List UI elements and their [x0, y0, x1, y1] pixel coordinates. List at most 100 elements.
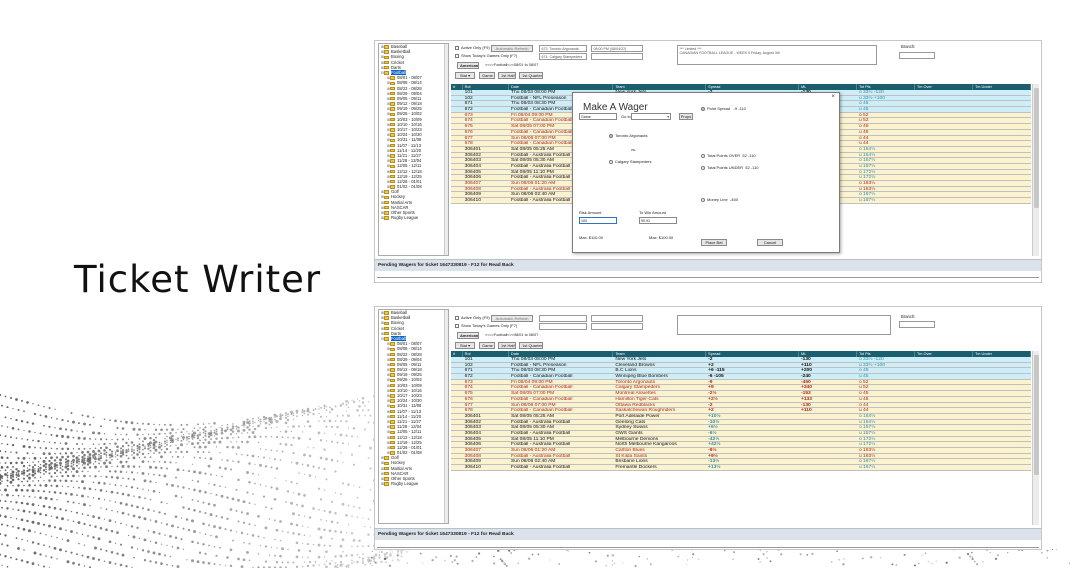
first-half-button[interactable]: 1st Half — [498, 342, 516, 349]
tot-cell[interactable]: u 172½ — [857, 175, 915, 180]
date-cell[interactable]: Football - Canadian Football — [509, 408, 613, 413]
tot-cell[interactable]: o 172½ — [857, 170, 915, 175]
total-over-radio[interactable]: Total Points OVER 52 -110 — [701, 153, 756, 158]
cancel-button[interactable]: Cancel — [757, 239, 783, 246]
date-cell[interactable]: Football - Australia Football — [509, 442, 613, 447]
ml-cell[interactable]: -153 — [799, 391, 857, 396]
ml-cell[interactable]: -450 — [799, 380, 857, 385]
date-cell[interactable]: Thu 08/03 08:00 PM — [509, 357, 613, 362]
rot-cell[interactable]: 306401 — [463, 147, 509, 152]
ml-cell[interactable] — [799, 420, 857, 425]
ml-cell[interactable] — [799, 465, 857, 470]
rot-cell[interactable]: 101 — [463, 90, 509, 95]
sport-tree[interactable]: ⊞ Baseball ⊞ Basketball ⊞ Boxing ⊞ Cricket ⊞ Dart… — [378, 43, 449, 256]
date-cell[interactable]: Fri 08/04 09:00 PM — [509, 380, 613, 385]
show-today-checkbox[interactable]: Show Today's Games Only (F7) — [455, 323, 517, 328]
ml-cell[interactable]: +340 — [799, 385, 857, 390]
tot-cell[interactable]: u 45 — [857, 374, 915, 379]
team-cell[interactable]: Ottawa Redblacks — [613, 403, 706, 408]
date-cell[interactable]: Sat 08/05 05:30 AM — [509, 425, 613, 430]
tot-cell[interactable]: o 45 — [857, 101, 915, 106]
team-cell[interactable]: Cleveland Browns — [613, 363, 706, 368]
sidebar-item[interactable]: ⊞ Rugby League — [379, 481, 448, 486]
goto-dropdown[interactable]: ▾ — [631, 113, 671, 120]
team-cell[interactable]: Sydney Swans — [613, 425, 706, 430]
ml-cell[interactable] — [799, 437, 857, 442]
tot-cell[interactable]: u 44 — [857, 141, 915, 146]
date-cell[interactable]: Football - NFL Preseason — [509, 363, 613, 368]
spread-cell[interactable]: -2½ — [706, 391, 799, 396]
tot-cell[interactable]: o 164½ — [857, 414, 915, 419]
date-cell[interactable]: Sat 08/05 05:25 AM — [509, 414, 613, 419]
spread-cell[interactable]: -13½ — [706, 459, 799, 464]
tot-cell[interactable]: o 163½ — [857, 181, 915, 186]
date-cell[interactable]: Football - Australia Football — [509, 454, 613, 459]
spread-cell[interactable]: +6 -115 — [706, 368, 799, 373]
spread-cell[interactable]: -9½ — [706, 448, 799, 453]
rot-cell[interactable]: 671 — [463, 368, 509, 373]
team-cell[interactable]: Fremantle Dockers — [613, 465, 706, 470]
team-cell[interactable]: Geelong Cats — [613, 420, 706, 425]
tot-cell[interactable]: u 45 — [857, 130, 915, 135]
rot-cell[interactable]: 678 — [463, 408, 509, 413]
tot-cell[interactable]: o 44 — [857, 403, 915, 408]
tot-cell[interactable]: u 163½ — [857, 187, 915, 192]
tot-cell[interactable]: u 52 — [857, 385, 915, 390]
rot-cell[interactable]: 676 — [463, 397, 509, 402]
ml-cell[interactable]: -130 — [799, 403, 857, 408]
risk-amount-input[interactable]: 100 — [579, 217, 617, 224]
tot-cell[interactable]: u 33½ +100 — [857, 363, 915, 368]
rot-cell[interactable]: 306403 — [463, 158, 509, 163]
rot-cell[interactable]: 306402 — [463, 420, 509, 425]
team-cell[interactable]: Calgary Stampeders — [613, 385, 706, 390]
rot-cell[interactable]: 677 — [463, 136, 509, 141]
rot-cell[interactable]: 306409 — [463, 192, 509, 197]
date-cell[interactable]: Sun 08/06 02:40 AM — [509, 459, 613, 464]
grid-scrollbar[interactable] — [1032, 84, 1039, 256]
team2-radio[interactable]: Calgary Stampeders — [609, 159, 651, 164]
tot-cell[interactable]: o 45 — [857, 391, 915, 396]
ml-cell[interactable]: +110 — [799, 363, 857, 368]
spread-cell[interactable]: +2½ — [706, 397, 799, 402]
team-cell[interactable]: St Kilda Saints — [613, 454, 706, 459]
money-line-radio[interactable]: Money Line -450 — [701, 197, 738, 202]
tot-cell[interactable]: u 164½ — [857, 420, 915, 425]
tot-cell[interactable]: o 164½ — [857, 147, 915, 152]
rot-cell[interactable]: 673 — [463, 113, 509, 118]
spread-cell[interactable]: -6½ — [706, 431, 799, 436]
rot-cell[interactable]: 674 — [463, 385, 509, 390]
ml-cell[interactable] — [799, 459, 857, 464]
tot-cell[interactable]: u 33½ +100 — [857, 96, 915, 101]
spread-cell[interactable]: +10½ — [706, 414, 799, 419]
date-cell[interactable]: Football - Canadian Football — [509, 385, 613, 390]
ml-cell[interactable]: +200 — [799, 368, 857, 373]
team1-field[interactable]: 673. Toronto Argonauts — [539, 45, 587, 53]
team-cell[interactable]: Winnipeg Blue Bombers — [613, 374, 706, 379]
tot-cell[interactable]: o 44 — [857, 136, 915, 141]
team-cell[interactable]: Brisbane Lions — [613, 459, 706, 464]
tot-cell[interactable]: o 167½ — [857, 192, 915, 197]
first-quarter-button[interactable]: 1st Quarter — [519, 72, 543, 79]
spread-cell[interactable]: -9 — [706, 380, 799, 385]
spread-cell[interactable]: -6 -105 — [706, 374, 799, 379]
rot-cell[interactable]: 306409 — [463, 459, 509, 464]
rot-cell[interactable]: 673 — [463, 380, 509, 385]
tot-cell[interactable]: o 45 — [857, 368, 915, 373]
rot-cell[interactable]: 306406 — [463, 175, 509, 180]
rot-cell[interactable]: 678 — [463, 141, 509, 146]
rot-cell[interactable]: 306408 — [463, 454, 509, 459]
rot-cell[interactable]: 306410 — [463, 198, 509, 203]
team-cell[interactable]: Montreal Alouettes — [613, 391, 706, 396]
tot-cell[interactable]: o 157½ — [857, 158, 915, 163]
active-only-checkbox[interactable]: Active Only (F9) — [455, 45, 490, 50]
point-spread-radio[interactable]: Point Spread -9 -110 — [701, 106, 746, 111]
rot-cell[interactable]: 102 — [463, 96, 509, 101]
team1-field[interactable] — [539, 315, 587, 322]
ml-cell[interactable] — [799, 425, 857, 430]
rot-cell[interactable]: 676 — [463, 130, 509, 135]
rot-cell[interactable]: 306401 — [463, 414, 509, 419]
date-cell[interactable]: Football - Australia Football — [509, 465, 613, 470]
tot-cell[interactable]: o 163½ — [857, 448, 915, 453]
date-cell[interactable]: Sun 08/06 07:00 PM — [509, 403, 613, 408]
tree-scrollbar[interactable] — [444, 44, 448, 255]
